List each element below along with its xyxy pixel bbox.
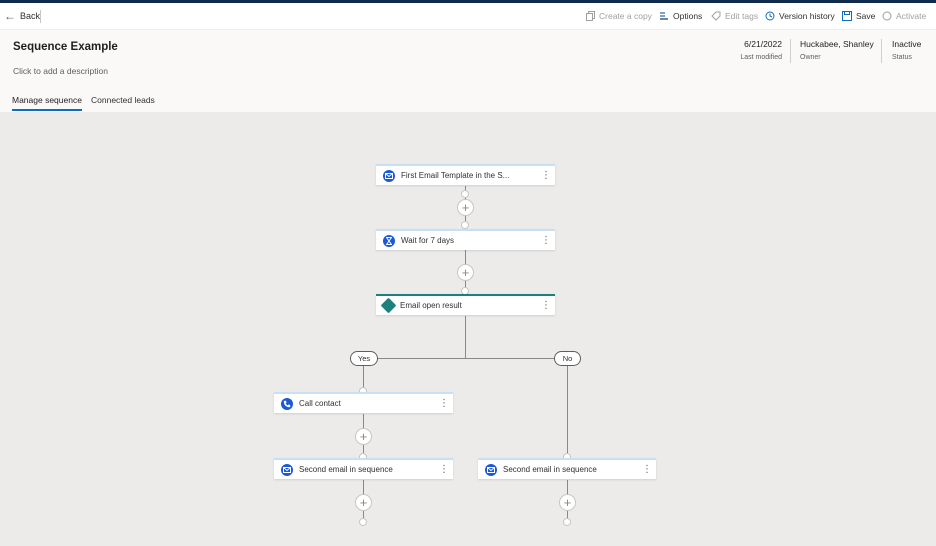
step-label: Second email in sequence (299, 465, 393, 474)
step-email-open-result[interactable]: Email open result ⋮ (376, 294, 555, 315)
copy-icon (585, 11, 595, 21)
active-tab-indicator (12, 109, 82, 111)
sequence-header: Sequence Example Click to add a descript… (0, 30, 936, 112)
end-dot (563, 518, 571, 526)
create-copy-button[interactable]: Create a copy (585, 11, 652, 21)
meta-separator (881, 39, 882, 63)
last-modified-field: 6/21/2022 Last modified (728, 39, 782, 61)
tab-connected-leads[interactable]: Connected leads (91, 95, 155, 105)
more-options-icon[interactable]: ⋮ (437, 398, 451, 409)
activate-button[interactable]: Activate (882, 11, 926, 21)
back-label: Back (20, 11, 41, 21)
save-label: Save (856, 11, 876, 21)
page-title: Sequence Example (13, 41, 118, 53)
end-dot (359, 518, 367, 526)
last-modified-label: Last modified (740, 54, 782, 61)
plus-icon: + (461, 265, 470, 280)
add-step-button[interactable]: + (355, 494, 372, 511)
more-options-icon[interactable]: ⋮ (437, 464, 451, 475)
add-step-button[interactable]: + (559, 494, 576, 511)
tab-manage-sequence[interactable]: Manage sequence (12, 95, 82, 105)
step-first-email[interactable]: First Email Template in the S... ⋮ (376, 164, 555, 185)
step-second-email-yes[interactable]: Second email in sequence ⋮ (274, 458, 453, 479)
step-call-contact[interactable]: Call contact ⋮ (274, 392, 453, 413)
add-step-button[interactable]: + (355, 428, 372, 445)
condition-icon (380, 297, 397, 314)
status-label: Status (892, 54, 912, 61)
step-label: Call contact (299, 399, 341, 408)
back-button[interactable]: ← Back (4, 10, 40, 22)
step-second-email-no[interactable]: Second email in sequence ⋮ (478, 458, 656, 479)
connector-dot (461, 190, 469, 198)
command-separator (40, 10, 41, 23)
connector-line (465, 316, 466, 358)
owner-field[interactable]: Huckabee, Shanley Owner (800, 39, 874, 61)
add-step-button[interactable]: + (457, 264, 474, 281)
status-field: Inactive Status (892, 39, 921, 61)
plus-icon: + (359, 495, 368, 510)
branch-yes-label[interactable]: Yes (350, 351, 378, 366)
version-history-button[interactable]: Version history (765, 11, 835, 21)
connector-dot (461, 221, 469, 229)
more-options-icon[interactable]: ⋮ (539, 235, 553, 246)
branch-line (363, 358, 568, 359)
step-label: Wait for 7 days (401, 236, 455, 245)
options-label: Options (673, 11, 703, 21)
edit-tags-label: Edit tags (725, 11, 759, 21)
edit-tags-button[interactable]: Edit tags (711, 11, 758, 21)
branch-no-label[interactable]: No (554, 351, 581, 366)
back-arrow-icon: ← (4, 9, 16, 23)
plus-icon: + (563, 495, 572, 510)
email-icon (485, 463, 497, 476)
connector-line (567, 358, 568, 458)
step-wait[interactable]: Wait for 7 days ⋮ (376, 229, 555, 250)
owner-value: Huckabee, Shanley (800, 39, 874, 49)
options-button[interactable]: Options (659, 11, 702, 21)
step-label: First Email Template in the S... (401, 171, 510, 180)
save-icon (842, 11, 852, 21)
owner-label: Owner (800, 54, 821, 61)
command-bar: ← Back Create a copy Options Edit tags V… (0, 0, 936, 30)
status-value: Inactive (892, 39, 922, 49)
sequence-designer-canvas: First Email Template in the S... ⋮ + Wai… (0, 112, 936, 546)
tag-icon (711, 11, 721, 21)
version-history-label: Version history (779, 11, 835, 21)
step-label: Email open result (400, 301, 462, 310)
email-icon (281, 463, 293, 476)
more-options-icon[interactable]: ⋮ (539, 170, 553, 181)
step-label: Second email in sequence (503, 465, 597, 474)
phone-icon (281, 397, 293, 410)
meta-separator (790, 39, 791, 63)
add-step-button[interactable]: + (457, 199, 474, 216)
activate-icon (882, 11, 892, 21)
more-options-icon[interactable]: ⋮ (539, 300, 553, 311)
plus-icon: + (359, 429, 368, 444)
more-options-icon[interactable]: ⋮ (640, 464, 654, 475)
last-modified-value: 6/21/2022 (744, 39, 782, 49)
save-button[interactable]: Save (842, 11, 875, 21)
email-icon (383, 169, 395, 182)
description-field[interactable]: Click to add a description (13, 66, 108, 76)
plus-icon: + (461, 200, 470, 215)
create-copy-label: Create a copy (599, 11, 652, 21)
activate-label: Activate (896, 11, 927, 21)
history-icon (765, 11, 775, 21)
options-icon (659, 11, 669, 21)
hourglass-icon (383, 234, 395, 247)
